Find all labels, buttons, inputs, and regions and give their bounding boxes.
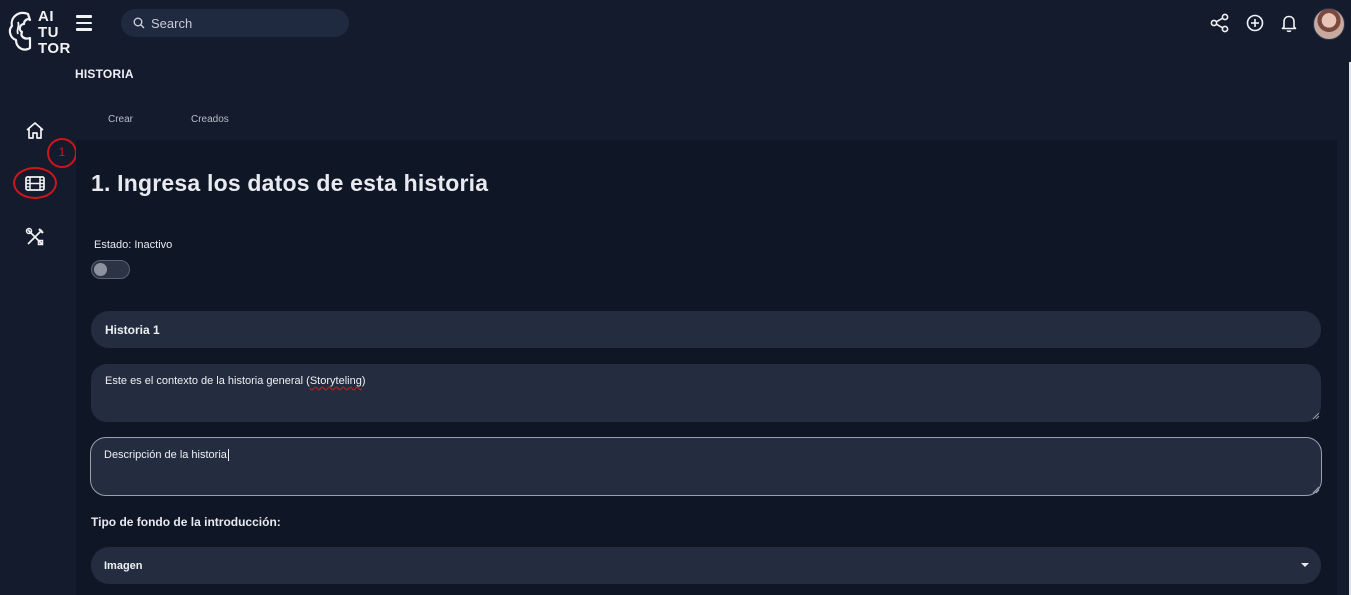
- text-cursor: [227, 449, 229, 461]
- hamburger-line: [76, 21, 92, 24]
- logo-line-tu: TU: [38, 24, 59, 41]
- status-toggle[interactable]: [91, 260, 130, 279]
- search-input[interactable]: [151, 15, 331, 31]
- hamburger-line: [76, 15, 92, 18]
- tools-icon: [25, 227, 44, 246]
- chevron-down-icon: [1301, 563, 1309, 567]
- add-circle-icon[interactable]: [1244, 12, 1266, 34]
- top-bar: AI TU TOR: [0, 0, 1351, 62]
- section-heading: 1. Ingresa los datos de esta historia: [91, 170, 489, 196]
- avatar[interactable]: [1313, 8, 1345, 40]
- sidebar-item-tools[interactable]: [22, 224, 48, 250]
- home-icon: [26, 122, 44, 139]
- background-type-select[interactable]: Imagen: [91, 547, 1321, 584]
- annotation-badge: 1: [47, 138, 77, 168]
- logo-text: AI TU TOR: [38, 9, 78, 57]
- bell-icon[interactable]: [1278, 12, 1300, 34]
- tab-crear[interactable]: Crear: [108, 114, 133, 125]
- logo-line-ai: AI: [38, 8, 54, 25]
- search-icon: [133, 17, 145, 29]
- resize-handle-icon[interactable]: [1312, 486, 1320, 494]
- sidebar-item-home[interactable]: [22, 118, 48, 144]
- brain-logo-icon: [8, 11, 32, 51]
- story-context-textarea[interactable]: Este es el contexto de la historia gener…: [91, 364, 1321, 422]
- search-box[interactable]: [121, 9, 349, 37]
- selection-highlight: [13, 167, 57, 199]
- context-text-end: ): [361, 375, 366, 387]
- logo-line-tor: TOR: [38, 40, 71, 57]
- toggle-knob: [94, 263, 107, 276]
- share-icon[interactable]: [1209, 12, 1231, 34]
- page-title: HISTORIA: [75, 67, 134, 81]
- story-name-input[interactable]: [91, 311, 1321, 348]
- menu-toggle-button[interactable]: [76, 15, 92, 31]
- background-type-label: Tipo de fondo de la introducción:: [91, 515, 281, 529]
- tab-bar: Crear Creados: [75, 100, 255, 140]
- story-description-textarea[interactable]: Descripción de la historia: [90, 437, 1322, 496]
- resize-handle-icon[interactable]: [1312, 412, 1320, 420]
- app-logo[interactable]: AI TU TOR: [8, 8, 70, 60]
- tab-creados[interactable]: Creados: [191, 114, 229, 125]
- select-value: Imagen: [104, 559, 143, 572]
- hamburger-line: [76, 28, 92, 31]
- status-label: Estado: Inactivo: [94, 239, 173, 251]
- context-text: Este es el contexto de la historia gener…: [105, 375, 310, 387]
- misspelled-word: Storyteling: [309, 375, 362, 387]
- description-text: Descripción de la historia: [104, 449, 227, 461]
